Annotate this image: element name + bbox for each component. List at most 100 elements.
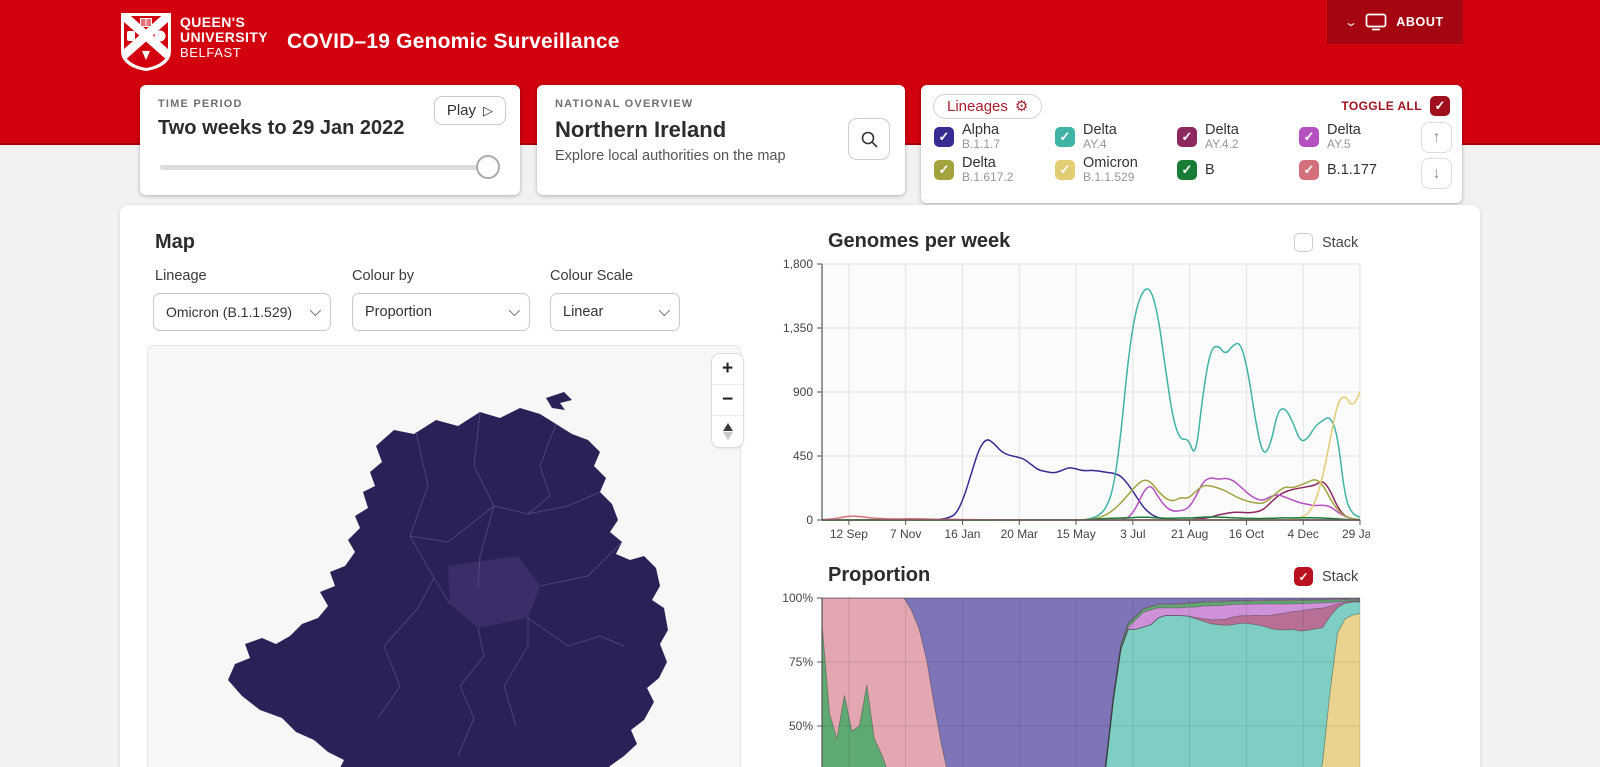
lineage-label: B: [1205, 163, 1215, 178]
genomes-per-week-chart[interactable]: 04509001,3501,80012 Sep7 Nov16 Jan20 Mar…: [776, 254, 1370, 554]
lineage-checkbox[interactable]: ✓: [1299, 127, 1319, 147]
zoom-in-button[interactable]: +: [712, 354, 743, 385]
svg-text:4 Dec: 4 Dec: [1288, 527, 1319, 541]
play-button-label: Play: [447, 102, 476, 119]
qub-logo: [118, 11, 174, 73]
map-colour-scale-select-value: Linear: [563, 304, 603, 320]
svg-text:1,800: 1,800: [783, 257, 813, 271]
lineage-checkbox[interactable]: ✓: [934, 127, 954, 147]
lineage-scroll-controls: ↑ ↓: [1421, 122, 1452, 189]
scroll-up-button[interactable]: ↑: [1421, 122, 1452, 153]
map-lineage-label: Lineage: [155, 268, 207, 284]
northern-ireland-map[interactable]: [148, 346, 742, 767]
reset-zoom-icon: [723, 423, 733, 431]
national-overview-value: Northern Ireland: [555, 117, 887, 143]
covid-genomics-dashboard: { "header": { "logo": { "line1": "QUEEN'…: [0, 0, 1600, 767]
lineage-label: DeltaAY.4.2: [1205, 123, 1239, 151]
svg-text:12 Sep: 12 Sep: [830, 527, 868, 541]
genomes-stack-checkbox[interactable]: [1294, 233, 1313, 252]
toggle-all-label: TOGGLE ALL: [1341, 99, 1422, 113]
svg-text:75%: 75%: [789, 655, 813, 669]
map-colour-scale-label: Colour Scale: [550, 268, 633, 284]
svg-text:21 Aug: 21 Aug: [1171, 527, 1208, 541]
proportion-stack-control: ✓ Stack: [1294, 567, 1358, 586]
genomes-stack-label: Stack: [1322, 235, 1358, 251]
scroll-down-button[interactable]: ↓: [1421, 158, 1452, 189]
svg-text:1,350: 1,350: [783, 321, 813, 335]
lineage-label: AlphaB.1.1.7: [962, 123, 1000, 151]
choropleth-map[interactable]: + −: [147, 345, 741, 767]
lineage-checkbox[interactable]: ✓: [934, 160, 954, 180]
svg-text:50%: 50%: [789, 719, 813, 733]
svg-text:16 Oct: 16 Oct: [1229, 527, 1265, 541]
lineages-settings-button[interactable]: Lineages ⚙: [933, 94, 1042, 119]
chevron-down-icon: [310, 305, 321, 316]
map-lineage-select-value: Omicron (B.1.1.529): [166, 304, 292, 320]
lineages-card: Lineages ⚙ TOGGLE ALL ✓ ✓AlphaB.1.1.7 ✓D…: [921, 85, 1462, 203]
svg-text:100%: 100%: [782, 591, 813, 605]
genomes-chart-title: Genomes per week: [828, 230, 1010, 253]
map-lineage-select[interactable]: Omicron (B.1.1.529): [153, 293, 331, 331]
lineage-label: B.1.177: [1327, 163, 1377, 178]
lineage-label: DeltaB.1.617.2: [962, 156, 1013, 184]
svg-text:0: 0: [806, 513, 813, 527]
map-region-island[interactable]: [546, 392, 572, 410]
national-overview-card: NATIONAL OVERVIEW Northern Ireland Explo…: [537, 85, 905, 195]
lineage-item-b[interactable]: ✓B: [1177, 154, 1215, 186]
svg-text:900: 900: [793, 385, 813, 399]
time-slider[interactable]: [160, 155, 500, 179]
lineage-label: OmicronB.1.1.529: [1083, 156, 1138, 184]
zoom-out-button[interactable]: −: [712, 385, 743, 416]
logo-line-1: QUEEN'S: [180, 15, 268, 30]
lineage-checkbox[interactable]: ✓: [1055, 127, 1075, 147]
lineage-item-delta-ay4[interactable]: ✓DeltaAY.4: [1055, 121, 1117, 153]
minus-icon: −: [722, 389, 733, 411]
lineage-item-delta-b16172[interactable]: ✓ DeltaB.1.617.2: [934, 154, 1013, 186]
play-button[interactable]: Play ▷: [434, 96, 506, 125]
lineages-button-label: Lineages: [947, 98, 1008, 115]
zoom-reset-button[interactable]: [712, 416, 743, 447]
lineage-item-b1177[interactable]: ✓ B.1.177: [1299, 154, 1377, 186]
logo-line-3: BELFAST: [180, 45, 268, 60]
time-period-card: TIME PERIOD Play ▷ Two weeks to 29 Jan 2…: [140, 85, 520, 195]
time-slider-track[interactable]: [160, 165, 500, 170]
map-colour-by-select[interactable]: Proportion: [352, 293, 530, 331]
logo-line-2: UNIVERSITY: [180, 30, 268, 45]
svg-text:20 Mar: 20 Mar: [1001, 527, 1038, 541]
arrow-down-icon: ↓: [1433, 165, 1441, 183]
search-button[interactable]: [848, 118, 890, 160]
proportion-stack-checkbox[interactable]: ✓: [1294, 567, 1313, 586]
lineage-checkbox[interactable]: ✓: [1299, 160, 1319, 180]
gear-icon: ⚙: [1015, 99, 1028, 114]
plus-icon: +: [722, 358, 733, 380]
national-overview-subtitle: Explore local authorities on the map: [555, 148, 887, 164]
lineage-checkbox[interactable]: ✓: [1177, 160, 1197, 180]
map-colour-by-label: Colour by: [352, 268, 414, 284]
map-colour-scale-select[interactable]: Linear: [550, 293, 680, 331]
play-icon: ▷: [483, 103, 493, 119]
lineage-item-delta-ay42[interactable]: ✓ DeltaAY.4.2: [1177, 121, 1239, 153]
lineage-checkbox[interactable]: ✓: [1055, 160, 1075, 180]
time-slider-thumb[interactable]: [476, 155, 500, 179]
map-region-landmass[interactable]: [228, 408, 668, 767]
lineage-item-delta-ay5[interactable]: ✓ DeltaAY.5: [1299, 121, 1361, 153]
about-button[interactable]: ABOUT: [1396, 15, 1443, 29]
map-section-title: Map: [155, 231, 195, 254]
chevron-down-icon: [659, 305, 670, 316]
toggle-all-control: TOGGLE ALL ✓: [1341, 96, 1450, 116]
lineage-item-alpha-b117[interactable]: ✓ AlphaB.1.1.7: [934, 121, 1000, 153]
arrow-up-icon: ↑: [1433, 129, 1441, 147]
national-overview-label: NATIONAL OVERVIEW: [555, 98, 887, 110]
map-colour-by-select-value: Proportion: [365, 304, 432, 320]
search-icon: [860, 130, 879, 149]
lineage-item-omicron-b11529[interactable]: ✓ OmicronB.1.1.529: [1055, 154, 1138, 186]
proportion-chart[interactable]: 100%75%50%25%0%12 Sep7 Nov16 Jan20 Mar15…: [776, 588, 1370, 767]
lineage-label: DeltaAY.5: [1327, 123, 1361, 151]
about-menu[interactable]: ⌄ ABOUT: [1327, 0, 1463, 44]
lineage-checkbox[interactable]: ✓: [1177, 127, 1197, 147]
svg-text:29 Jan: 29 Jan: [1342, 527, 1370, 541]
qub-logo-text: QUEEN'S UNIVERSITY BELFAST: [180, 15, 268, 60]
chevron-down-icon: [509, 305, 520, 316]
page-title: COVID–19 Genomic Surveillance: [287, 30, 620, 54]
toggle-all-checkbox[interactable]: ✓: [1430, 96, 1450, 116]
